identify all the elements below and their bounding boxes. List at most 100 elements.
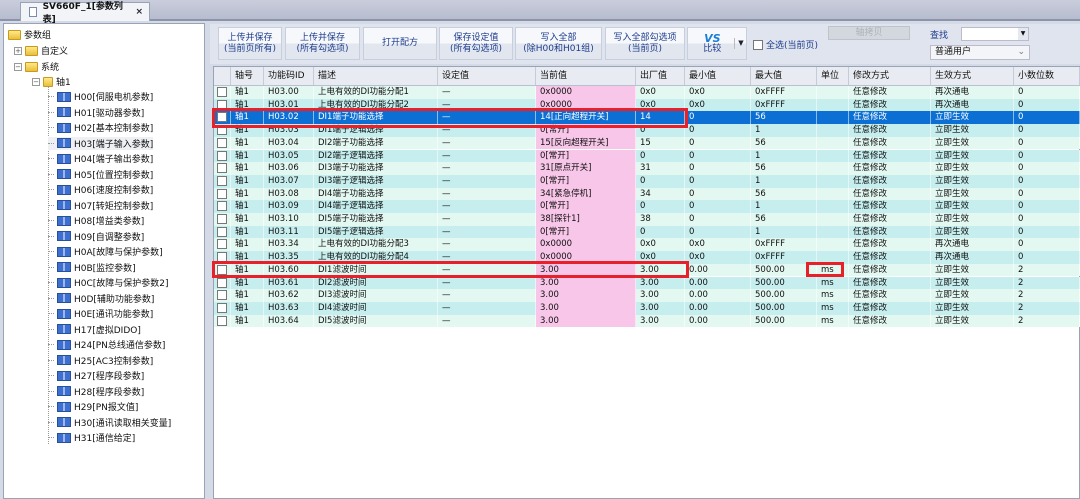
tab-parameter-list[interactable]: SV660F_1[参数列表] ×: [20, 2, 150, 25]
row-checkbox[interactable]: [214, 149, 231, 163]
table-row[interactable]: 轴1 H03.05 DI2端子逻辑选择 —0[常开] 0 0 1 任意修改 立即生效 0: [214, 149, 1080, 163]
tree-item-group[interactable]: H05[位置控制参数]: [48, 168, 153, 181]
tree-item-group[interactable]: H24[PN总线通信参数]: [48, 338, 165, 351]
tree-item-group[interactable]: H07[转矩控制参数]: [48, 199, 153, 212]
checkbox[interactable]: [217, 201, 227, 212]
table-row[interactable]: 轴1 H03.00 上电有效的DI功能分配1—0x0000 0x0 0x0 0xFFFF 任…: [214, 86, 1080, 99]
cell-current-value[interactable]: 3.00: [536, 276, 636, 290]
cell-set-value[interactable]: —: [438, 136, 536, 150]
open-recipe-button[interactable]: 打开配方: [363, 27, 437, 60]
column-header-min-value[interactable]: 最小值: [685, 67, 751, 85]
tree-item-group[interactable]: H06[速度控制参数]: [48, 183, 153, 196]
collapse-icon[interactable]: −: [32, 77, 40, 86]
chevron-down-icon[interactable]: ▼: [734, 38, 744, 49]
checkbox[interactable]: [217, 150, 227, 161]
user-level-select[interactable]: 普通用户 ⌄: [930, 45, 1030, 60]
tree-item-group[interactable]: H0D[辅助功能参数]: [48, 292, 154, 305]
row-checkbox[interactable]: [214, 136, 231, 150]
checkbox[interactable]: [217, 214, 227, 224]
cell-set-value[interactable]: —: [438, 289, 536, 302]
cell-current-value[interactable]: 0[常开]: [536, 174, 636, 188]
cell-set-value[interactable]: —: [438, 174, 536, 188]
cell-current-value[interactable]: 0x0000: [536, 86, 636, 99]
column-header-decimals[interactable]: 小数位数: [1014, 67, 1080, 85]
cell-current-value[interactable]: 3.00: [536, 314, 636, 328]
upload-save-checked-button[interactable]: 上传并保存 (所有勾选项): [285, 27, 360, 60]
column-header-axis[interactable]: 轴号: [231, 67, 264, 85]
checkbox[interactable]: [217, 188, 227, 199]
axis-copy-button[interactable]: 轴拷贝: [828, 26, 910, 40]
cell-current-value[interactable]: 3.00: [536, 289, 636, 302]
tree-item-group[interactable]: H0C[故障与保护参数2]: [48, 276, 169, 289]
table-row[interactable]: 轴1 H03.34 上电有效的DI功能分配3—0x0000 0x0 0x0 0xFFFF 任…: [214, 238, 1080, 252]
cell-current-value[interactable]: 15[反向超程开关]: [536, 136, 636, 150]
checkbox[interactable]: [217, 163, 227, 174]
cell-set-value[interactable]: —: [438, 86, 536, 99]
row-checkbox[interactable]: [214, 276, 231, 290]
checkbox[interactable]: [217, 226, 227, 237]
tree-item-group[interactable]: H09[自调整参数]: [48, 230, 144, 243]
tree-item-group[interactable]: H30[通讯读取相关变量]: [48, 416, 171, 429]
table-row[interactable]: 轴1 H03.62 DI3滤波时间 —3.00 3.00 0.00 500.00 ms 任意修改…: [214, 289, 1080, 302]
column-header-code-id[interactable]: 功能码ID: [264, 67, 314, 85]
tree-item-group[interactable]: H04[端子输出参数]: [48, 152, 153, 165]
chevron-down-icon[interactable]: ▼: [1018, 28, 1028, 40]
column-header-description[interactable]: 描述: [314, 67, 438, 85]
upload-save-page-button[interactable]: 上传并保存 (当前页所有): [218, 27, 282, 60]
tree-root[interactable]: 参数组: [8, 28, 51, 41]
cell-current-value[interactable]: 0[常开]: [536, 200, 636, 213]
tree-item-group[interactable]: H0A[故障与保护参数]: [48, 245, 163, 258]
tree-item-group[interactable]: H02[基本控制参数]: [48, 121, 153, 134]
row-checkbox[interactable]: [214, 225, 231, 239]
column-header-checkbox[interactable]: [214, 67, 231, 85]
table-row[interactable]: 轴1 H03.11 DI5端子逻辑选择 —0[常开] 0 0 1 任意修改 立即生效 0: [214, 225, 1080, 239]
select-all-checkbox[interactable]: 全选(当前页): [753, 38, 818, 51]
tree-item-group[interactable]: H17[虚拟DIDO]: [48, 323, 141, 336]
tree-item-group[interactable]: H0E[通讯功能参数]: [48, 307, 153, 320]
tree-item-group[interactable]: H08[增益类参数]: [48, 214, 144, 227]
column-header-current-value[interactable]: 当前值: [536, 67, 636, 85]
table-row[interactable]: 轴1 H03.06 DI3端子功能选择 —31[原点开关] 31 0 56 任意修改 立即生效 0: [214, 162, 1080, 175]
cell-set-value[interactable]: —: [438, 213, 536, 226]
column-header-max-value[interactable]: 最大值: [751, 67, 817, 85]
column-header-modify-mode[interactable]: 修改方式: [849, 67, 931, 85]
cell-set-value[interactable]: —: [438, 314, 536, 328]
cell-set-value[interactable]: —: [438, 225, 536, 239]
column-header-effect-mode[interactable]: 生效方式: [931, 67, 1014, 85]
checkbox[interactable]: [217, 239, 227, 250]
checkbox[interactable]: [217, 87, 227, 97]
cell-current-value[interactable]: 0[常开]: [536, 149, 636, 163]
row-checkbox[interactable]: [214, 301, 231, 315]
compare-button[interactable]: VS 比较 ▼: [687, 27, 747, 60]
tree-item-group[interactable]: H31[通信给定]: [48, 431, 135, 444]
tree-node-custom[interactable]: + 自定义: [14, 44, 68, 57]
search-input[interactable]: ▼: [961, 27, 1029, 41]
tree-item-group[interactable]: H03[端子输入参数]: [48, 136, 154, 150]
row-checkbox[interactable]: [214, 162, 231, 175]
row-checkbox[interactable]: [214, 314, 231, 328]
table-row[interactable]: 轴1 H03.04 DI2端子功能选择 —15[反向超程开关] 15 0 56 任意修改 立即生…: [214, 136, 1080, 150]
cell-set-value[interactable]: —: [438, 238, 536, 252]
checkbox[interactable]: [217, 277, 227, 288]
row-checkbox[interactable]: [214, 187, 231, 201]
cell-current-value[interactable]: 34[紧急停机]: [536, 187, 636, 201]
cell-set-value[interactable]: —: [438, 200, 536, 213]
close-icon[interactable]: ×: [135, 7, 143, 17]
row-checkbox[interactable]: [214, 200, 231, 213]
tree-node-system[interactable]: − 系统: [14, 60, 59, 73]
save-setting-button[interactable]: 保存设定值 (所有勾选项): [439, 27, 513, 60]
tree-item-group[interactable]: H0B[监控参数]: [48, 261, 136, 274]
tree-node-axis1[interactable]: − 轴1: [32, 75, 71, 88]
tree-item-group[interactable]: H01[驱动器参数]: [48, 106, 144, 119]
checkbox[interactable]: [217, 315, 227, 326]
table-row[interactable]: 轴1 H03.08 DI4端子功能选择 —34[紧急停机] 34 0 56 任意修改 立即生效 0: [214, 187, 1080, 201]
cell-current-value[interactable]: 0x0000: [536, 238, 636, 252]
cell-set-value[interactable]: —: [438, 276, 536, 290]
cell-set-value[interactable]: —: [438, 162, 536, 175]
checkbox[interactable]: [753, 40, 763, 50]
write-all-button[interactable]: 写入全部 (除H00和H01组): [515, 27, 602, 60]
checkbox[interactable]: [217, 302, 227, 313]
write-checked-button[interactable]: 写入全部勾选项 (当前页): [605, 27, 685, 60]
row-checkbox[interactable]: [214, 86, 231, 99]
collapse-icon[interactable]: −: [14, 62, 22, 71]
